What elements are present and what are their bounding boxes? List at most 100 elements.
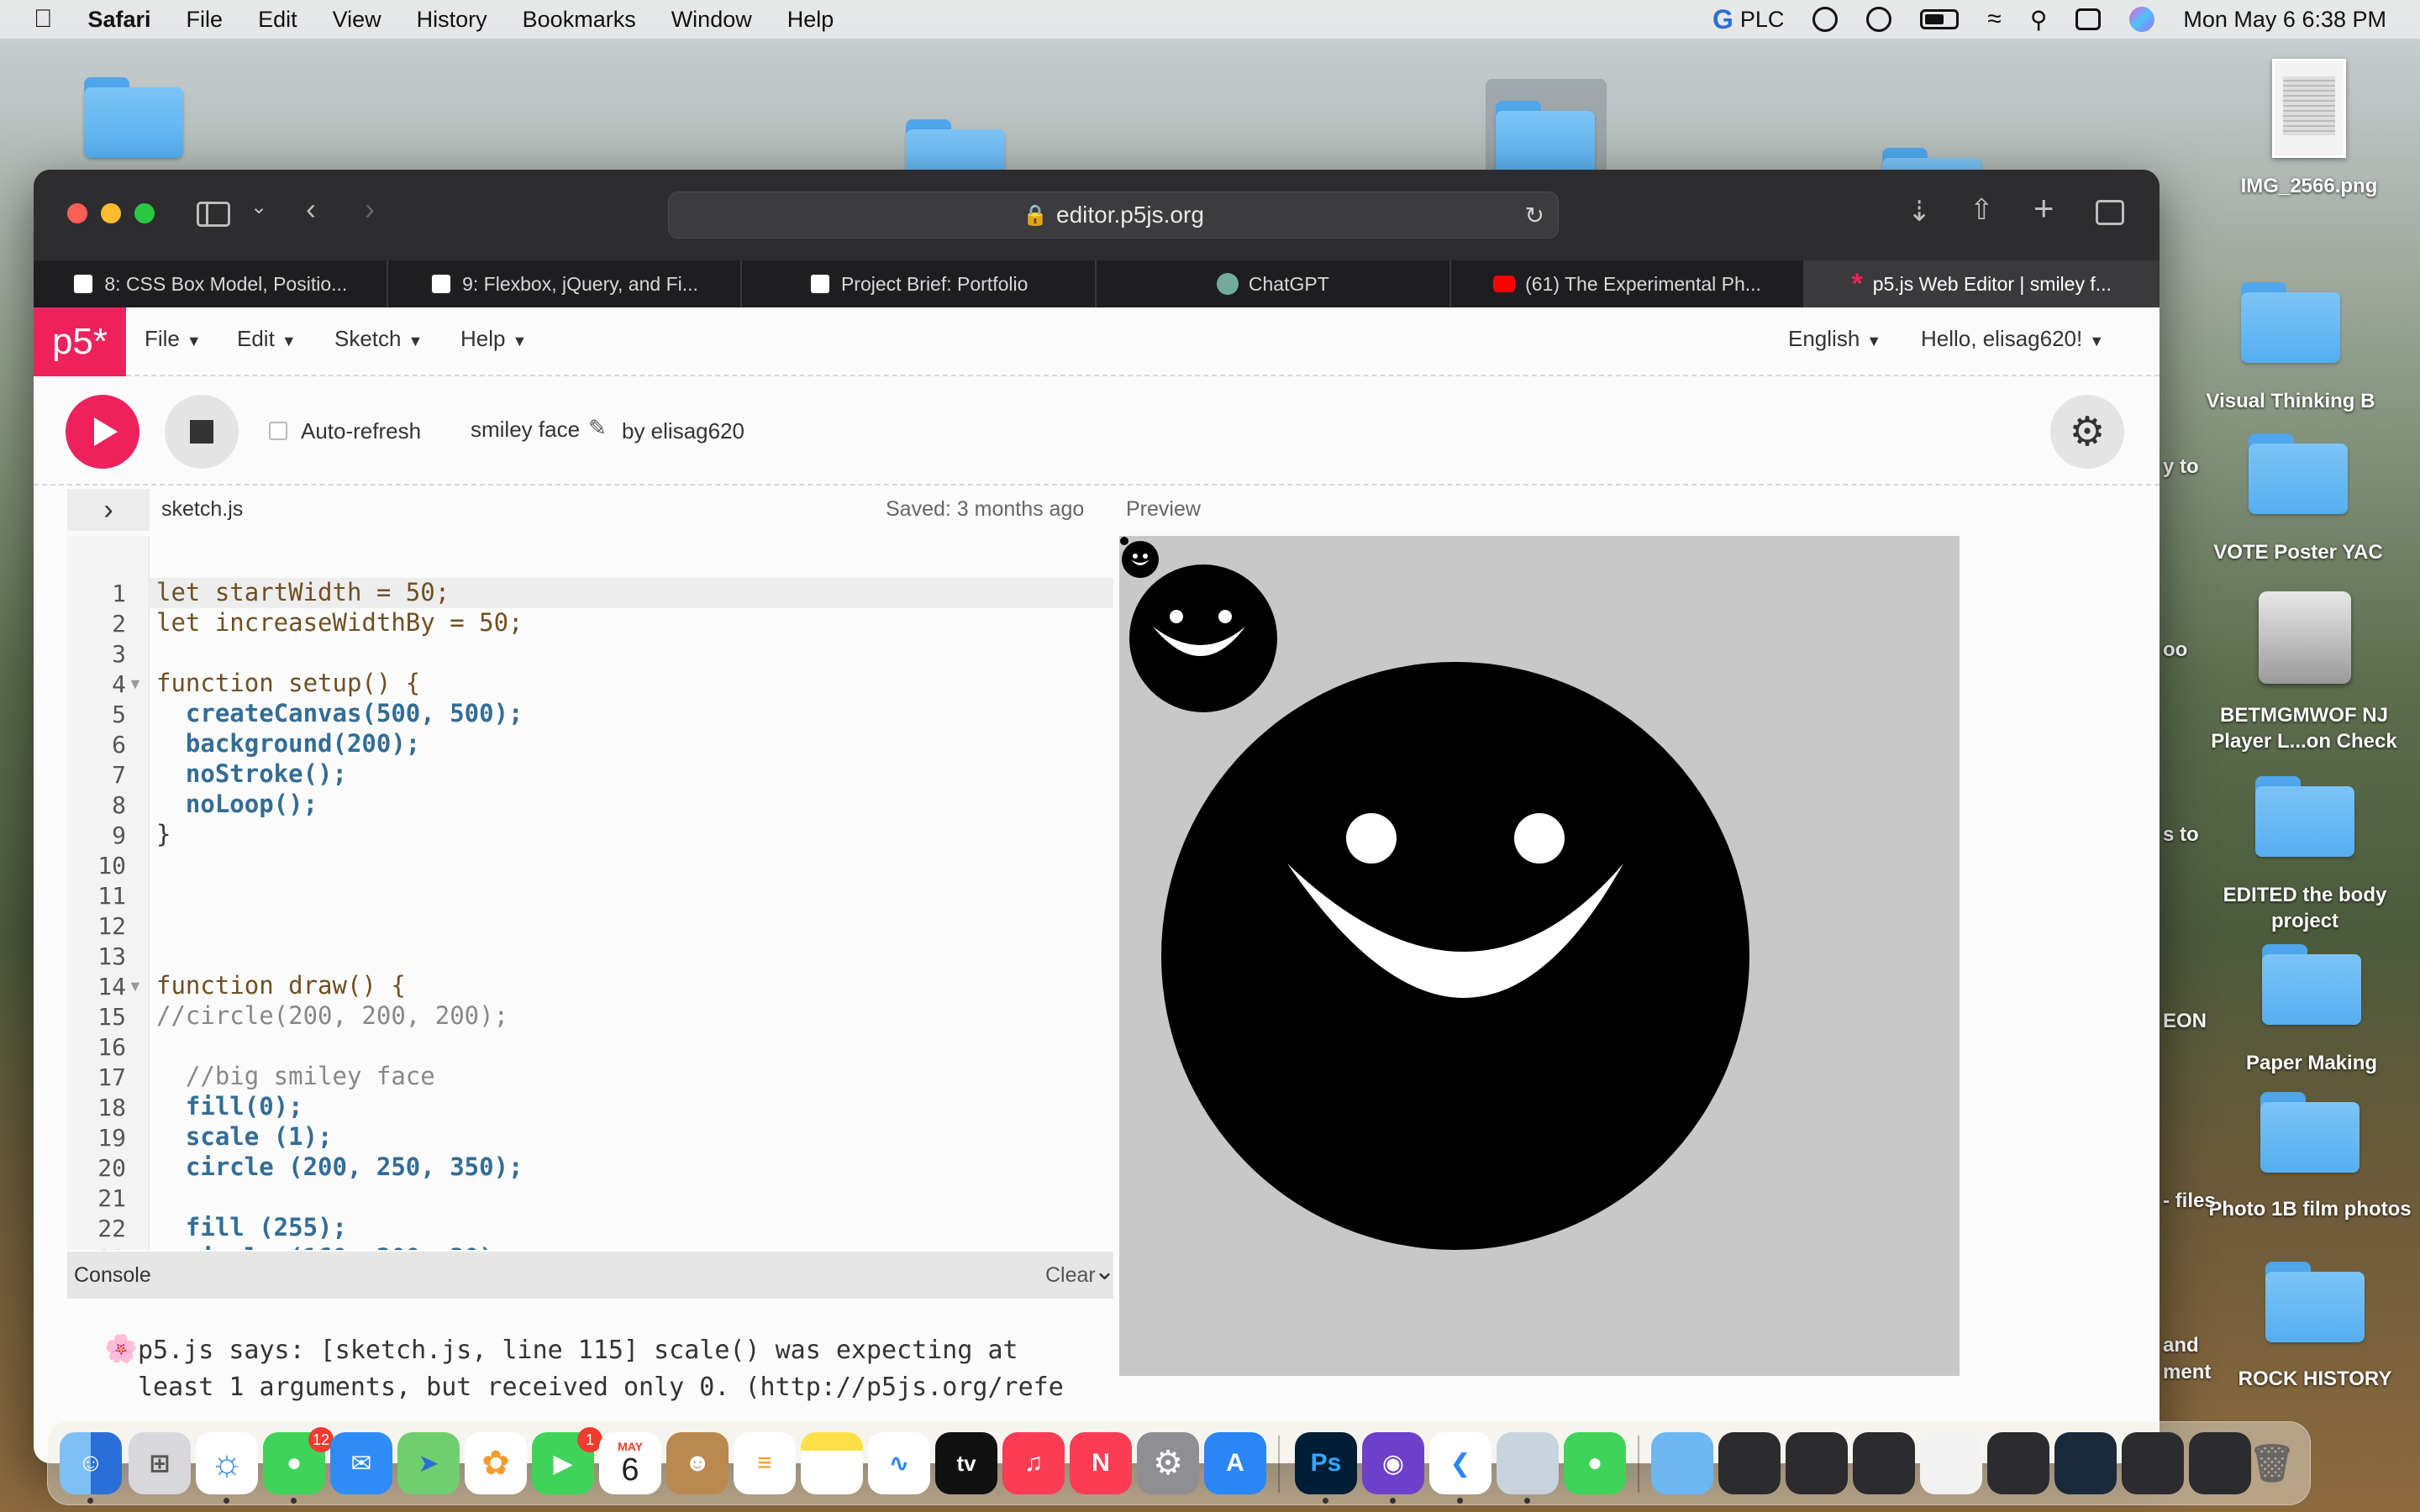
clock[interactable]: Mon May 6 6:38 PM bbox=[2183, 7, 2386, 33]
zoom-window-button[interactable] bbox=[134, 203, 155, 223]
wifi-icon[interactable]: ≈ bbox=[1987, 5, 2001, 34]
preview-app-icon[interactable] bbox=[1497, 1432, 1559, 1494]
menu-help[interactable]: Help bbox=[787, 7, 834, 33]
desktop-item-label[interactable]: IMG_2566.png bbox=[2204, 173, 2414, 199]
contacts-icon[interactable]: ☻ bbox=[666, 1432, 729, 1494]
calendar-icon[interactable]: MAY 6 bbox=[599, 1432, 661, 1494]
menu-bookmarks[interactable]: Bookmarks bbox=[523, 7, 636, 33]
desktop-folder-rock-history[interactable] bbox=[2265, 1262, 2365, 1342]
language-selector[interactable]: English ▼ bbox=[1788, 326, 1881, 352]
tab-p5-editor[interactable]: * p5.js Web Editor | smiley f... bbox=[1805, 260, 2160, 307]
tab-flexbox[interactable]: 9: Flexbox, jQuery, and Fi... bbox=[388, 260, 743, 307]
minimize-window-button[interactable] bbox=[101, 203, 121, 223]
freeform-icon[interactable]: ∿ bbox=[868, 1432, 930, 1494]
desktop-item-label[interactable]: Visual Thinking B bbox=[2186, 388, 2396, 414]
creative-cloud-icon[interactable] bbox=[1812, 7, 1839, 32]
desktop-item-label[interactable]: EDITED the body project bbox=[2200, 882, 2410, 934]
stop-button[interactable] bbox=[165, 395, 239, 469]
chevron-down-icon[interactable]: ⌄ bbox=[1094, 1257, 1115, 1286]
news-icon[interactable]: N bbox=[1070, 1432, 1132, 1494]
reminders-icon[interactable]: ≡ bbox=[734, 1432, 796, 1494]
apple-menu-icon[interactable]:  bbox=[34, 5, 53, 34]
tab-css-box-model[interactable]: 8: CSS Box Model, Positio... bbox=[34, 260, 388, 307]
folder-stack-icon[interactable] bbox=[1651, 1432, 1713, 1494]
desktop-folder-vote-poster[interactable] bbox=[2249, 433, 2348, 514]
address-bar[interactable]: 🔒 editor.p5js.org ↻ bbox=[668, 192, 1559, 239]
close-window-button[interactable] bbox=[67, 203, 87, 223]
menu-app-name[interactable]: Safari bbox=[88, 7, 151, 33]
user-menu[interactable]: Hello, elisag620! ▼ bbox=[1921, 326, 2104, 352]
desktop-item-label[interactable]: ROCK HISTORY bbox=[2210, 1366, 2420, 1392]
minimized-window-thumbnail[interactable] bbox=[1853, 1432, 1915, 1494]
tab-youtube[interactable]: (61) The Experimental Ph... bbox=[1451, 260, 1806, 307]
play-circle-icon[interactable] bbox=[1866, 7, 1892, 32]
downloads-icon[interactable]: ⇣ bbox=[1907, 195, 1932, 228]
image-file-thumbnail[interactable] bbox=[2272, 59, 2346, 158]
search-icon[interactable]: ⚲ bbox=[2030, 6, 2048, 34]
p5-menu-sketch[interactable]: Sketch ▼ bbox=[334, 326, 423, 352]
sketch-name[interactable]: smiley face bbox=[471, 417, 580, 443]
tab-chatgpt[interactable]: ChatGPT bbox=[1097, 260, 1451, 307]
disk-image-icon[interactable] bbox=[2259, 591, 2351, 684]
desktop-item-label[interactable]: VOTE Poster YAC bbox=[2193, 539, 2403, 565]
chevron-down-icon[interactable]: ⌄ bbox=[250, 195, 267, 219]
new-tab-icon[interactable]: + bbox=[2033, 188, 2054, 228]
desktop-folder-edited-body[interactable] bbox=[2255, 776, 2354, 857]
settings-button[interactable]: ⚙ bbox=[2050, 395, 2124, 469]
p5-logo[interactable]: p5* bbox=[34, 307, 126, 376]
finder-icon[interactable]: ☺ bbox=[60, 1432, 122, 1494]
launchpad-icon[interactable]: ⊞ bbox=[129, 1432, 191, 1494]
file-name[interactable]: sketch.js bbox=[161, 497, 243, 522]
tab-overview-icon[interactable] bbox=[2096, 200, 2124, 225]
p5-menu-help[interactable]: Help ▼ bbox=[460, 326, 527, 352]
pencil-icon[interactable]: ✎ bbox=[588, 415, 607, 441]
desktop-folder[interactable] bbox=[84, 77, 183, 158]
safari-icon[interactable]: ☼ bbox=[196, 1432, 258, 1494]
messages-window-icon[interactable]: ● bbox=[1564, 1432, 1626, 1494]
photos-icon[interactable]: ✿ bbox=[465, 1432, 527, 1494]
control-center-icon[interactable] bbox=[2075, 8, 2102, 30]
console-clear-button[interactable]: Clear bbox=[1045, 1263, 1096, 1288]
code-editor[interactable]: 1 2 3 4 ▼ 5 6 7 8 9 10 11 12 13 14 ▼ 15 … bbox=[67, 536, 1113, 1250]
system-settings-icon[interactable]: ⚙ bbox=[1137, 1432, 1199, 1494]
auto-refresh-checkbox[interactable] bbox=[269, 422, 287, 440]
menu-edit[interactable]: Edit bbox=[258, 7, 297, 33]
desktop-item-label[interactable]: Photo 1B film photos bbox=[2205, 1196, 2415, 1222]
p5-menu-edit[interactable]: Edit ▼ bbox=[237, 326, 297, 352]
github-desktop-icon[interactable]: ◉ bbox=[1362, 1432, 1424, 1494]
app-store-icon[interactable]: A bbox=[1204, 1432, 1266, 1494]
desktop-item-label[interactable]: BETMGMWOF NJ Player L...on Check bbox=[2199, 702, 2409, 754]
music-icon[interactable]: ♫ bbox=[1002, 1432, 1065, 1494]
sidebar-icon[interactable] bbox=[197, 202, 230, 227]
forward-icon[interactable]: › bbox=[365, 192, 375, 227]
minimized-window-thumbnail[interactable] bbox=[1786, 1432, 1848, 1494]
vscode-icon[interactable]: ❮ bbox=[1429, 1432, 1491, 1494]
menu-view[interactable]: View bbox=[333, 7, 381, 33]
sketch-author[interactable]: by elisag620 bbox=[622, 418, 744, 444]
notes-icon[interactable] bbox=[801, 1432, 863, 1494]
menu-window[interactable]: Window bbox=[671, 7, 752, 33]
desktop-item-label[interactable]: Paper Making bbox=[2207, 1050, 2417, 1076]
maps-icon[interactable]: ➤ bbox=[397, 1432, 460, 1494]
grammarly-status[interactable]: G PLC bbox=[1712, 4, 1784, 35]
back-icon[interactable]: ‹ bbox=[306, 192, 316, 227]
reload-icon[interactable]: ↻ bbox=[1525, 202, 1544, 229]
desktop-folder-paper-making[interactable] bbox=[2262, 944, 2361, 1025]
p5-menu-file[interactable]: File ▼ bbox=[145, 326, 202, 352]
desktop-folder-photo-film[interactable] bbox=[2260, 1092, 2360, 1173]
fold-toggle-icon[interactable]: ▼ bbox=[128, 675, 143, 693]
play-button[interactable] bbox=[66, 395, 139, 469]
minimized-window-thumbnail[interactable] bbox=[1987, 1432, 2049, 1494]
battery-icon[interactable] bbox=[1920, 9, 1960, 29]
share-icon[interactable]: ⇧ bbox=[1970, 193, 1994, 227]
photoshop-icon[interactable]: Ps bbox=[1295, 1432, 1357, 1494]
tab-project-brief[interactable]: Project Brief: Portfolio bbox=[742, 260, 1097, 307]
fold-toggle-icon[interactable]: ▼ bbox=[128, 978, 143, 995]
menu-file[interactable]: File bbox=[187, 7, 224, 33]
minimized-window-thumbnail[interactable] bbox=[1718, 1432, 1781, 1494]
mail-icon[interactable]: ✉ bbox=[330, 1432, 392, 1494]
minimized-window-thumbnail[interactable] bbox=[2054, 1432, 2117, 1494]
menu-history[interactable]: History bbox=[417, 7, 487, 33]
apple-tv-icon[interactable]: tv bbox=[935, 1432, 997, 1494]
trash-icon[interactable]: 🗑 bbox=[2241, 1432, 2303, 1494]
